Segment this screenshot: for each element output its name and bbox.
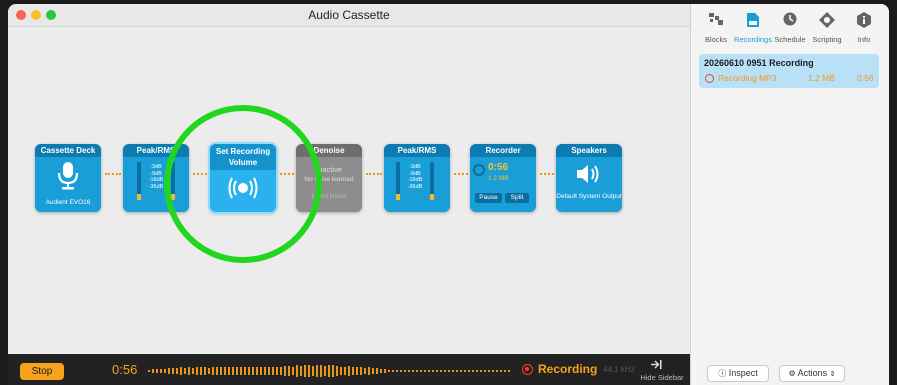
actions-menu-button[interactable]: ⚙ Actions ⇕ bbox=[779, 365, 845, 382]
elapsed-time: 0:56 bbox=[112, 362, 138, 377]
recording-format: Recording MP3 bbox=[718, 73, 777, 83]
hide-sidebar-button[interactable]: Hide Sidebar bbox=[638, 358, 690, 384]
scripting-icon bbox=[819, 12, 835, 28]
gear-icon: ⚙ bbox=[788, 369, 796, 378]
transport-bar: Stop 0:56 Recording 44.1 kHz Hide Sideba… bbox=[8, 354, 690, 385]
recording-status-label: Recording bbox=[538, 362, 598, 376]
recording-status-icon bbox=[705, 74, 714, 83]
recording-size: 1.2 MB bbox=[808, 73, 835, 83]
block-caption: Default System Output bbox=[556, 193, 622, 200]
recorder-time: 0:56 bbox=[488, 162, 509, 173]
info-icon bbox=[857, 12, 871, 28]
connector bbox=[454, 173, 468, 179]
inspect-button[interactable]: ⓘ Inspect bbox=[707, 365, 769, 382]
peak-rms-block-2[interactable]: Peak/RMS -3dB -9dB -18dB -36dB bbox=[384, 144, 450, 212]
pause-button[interactable]: Pause bbox=[475, 193, 502, 203]
level-meter-right bbox=[430, 162, 434, 200]
sample-rate-label: 44.1 kHz bbox=[603, 365, 635, 374]
blocks-canvas[interactable]: Cassette Deck Audient EVO16 Peak/RMS -3d… bbox=[8, 27, 690, 354]
recordings-icon bbox=[747, 13, 759, 27]
block-title: Recorder bbox=[470, 144, 536, 157]
split-button[interactable]: Split bbox=[505, 193, 529, 203]
connector bbox=[105, 173, 121, 179]
recorder-block[interactable]: Recorder 0:56 1.2 MB Pause Split bbox=[470, 144, 536, 212]
clock-icon bbox=[783, 12, 797, 26]
waveform bbox=[148, 365, 510, 377]
recording-list-item[interactable]: 20260610 0951 Recording Recording MP3 1.… bbox=[699, 54, 879, 88]
recording-duration: 0:56 bbox=[857, 73, 874, 83]
block-caption: Audient EVO16 bbox=[45, 199, 91, 206]
window-title: Audio Cassette bbox=[308, 8, 390, 22]
tab-info[interactable]: Info bbox=[846, 4, 882, 48]
cassette-deck-block[interactable]: Cassette Deck Audient EVO16 bbox=[35, 144, 101, 212]
blocks-icon bbox=[709, 13, 723, 25]
chevron-updown-icon: ⇕ bbox=[829, 371, 836, 378]
connector bbox=[366, 173, 382, 179]
block-title: Peak/RMS bbox=[384, 144, 450, 157]
sidebar-toggle-icon bbox=[651, 360, 662, 369]
app-window: Audio Cassette Cassette Deck Audient EVO… bbox=[8, 4, 889, 385]
block-title: Speakers bbox=[556, 144, 622, 157]
title-bar: Audio Cassette bbox=[8, 4, 690, 27]
level-meter-left bbox=[137, 162, 141, 200]
connector bbox=[540, 173, 554, 179]
record-status-icon bbox=[522, 364, 533, 375]
meter-scale: -3dB -9dB -18dB -36dB bbox=[407, 164, 423, 190]
highlight-ring bbox=[164, 105, 322, 263]
info-circle-icon: ⓘ bbox=[718, 369, 727, 378]
level-meter-left bbox=[396, 162, 400, 200]
block-title: Cassette Deck bbox=[35, 144, 101, 157]
speaker-icon bbox=[577, 165, 599, 183]
speakers-block[interactable]: Speakers Default System Output bbox=[556, 144, 622, 212]
sidebar: Blocks Recordings Schedule Scripting Inf… bbox=[690, 4, 889, 385]
recorder-size: 1.2 MB bbox=[488, 175, 509, 182]
record-indicator-icon bbox=[473, 164, 485, 176]
stop-button[interactable]: Stop bbox=[20, 363, 64, 380]
recording-name: 20260610 0951 Recording bbox=[704, 58, 814, 68]
microphone-icon bbox=[57, 162, 79, 190]
